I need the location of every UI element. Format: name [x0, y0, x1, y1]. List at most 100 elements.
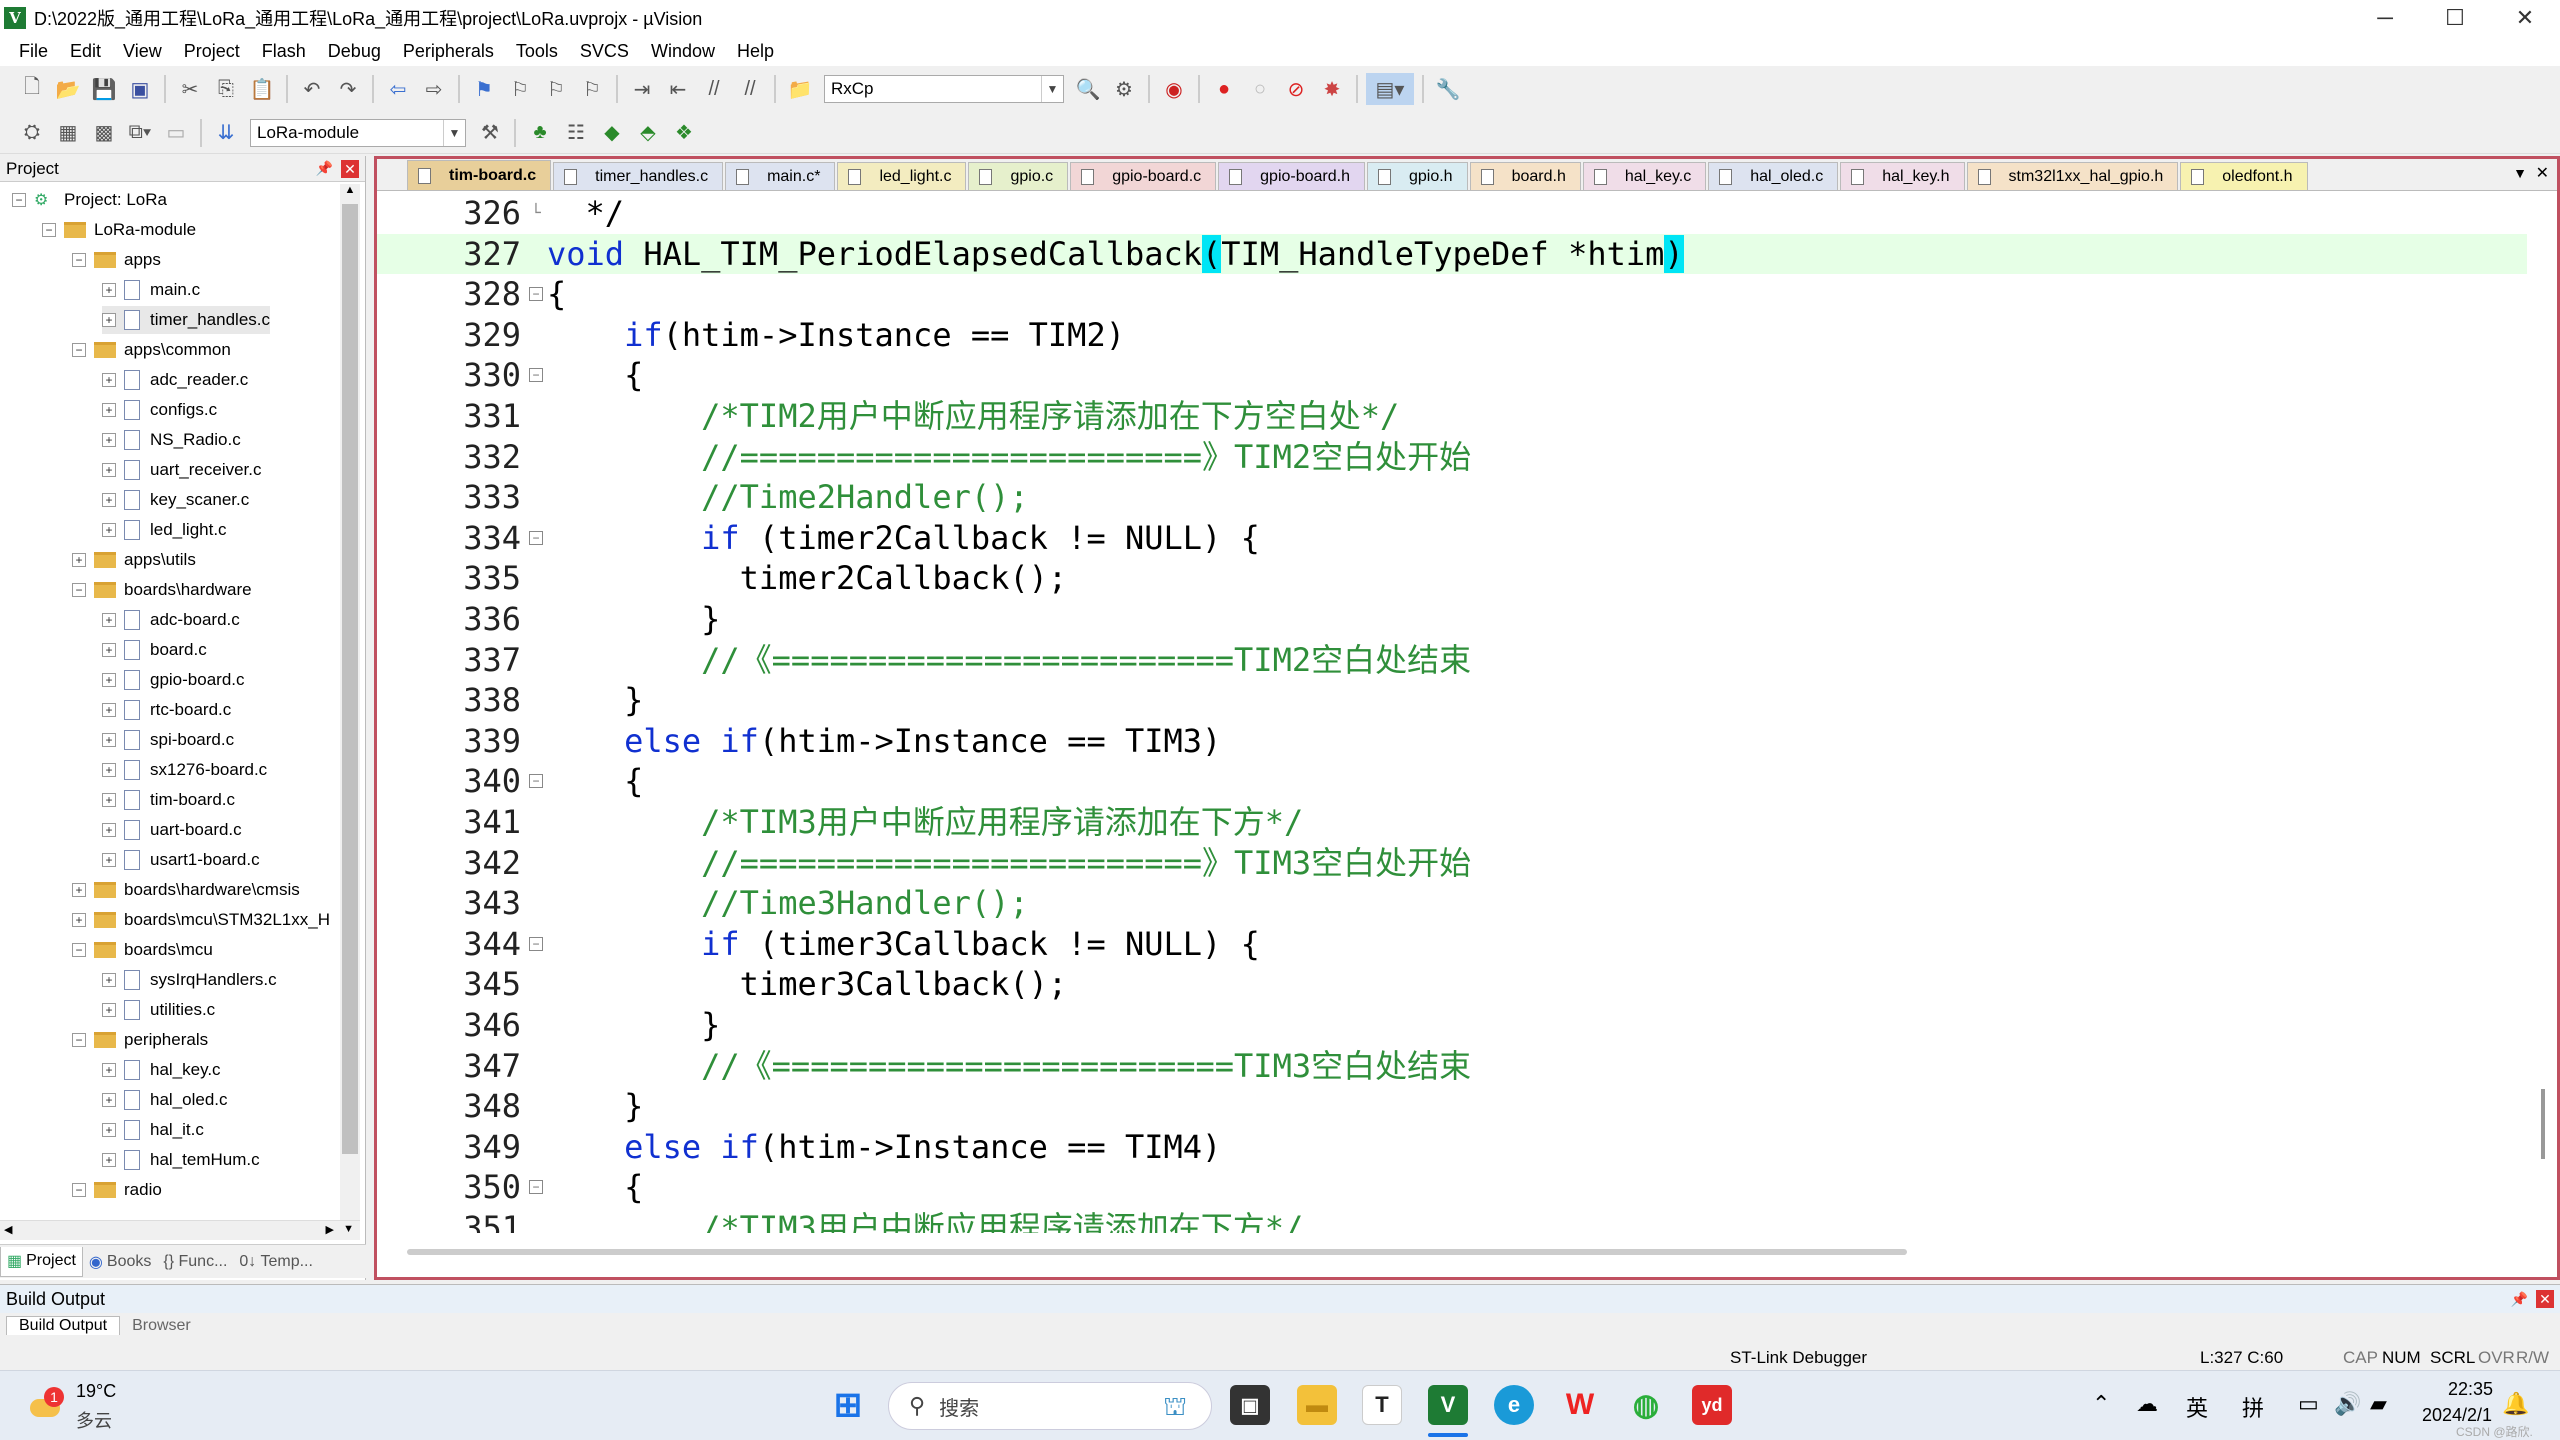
battery-icon[interactable]: ▰: [2370, 1391, 2387, 1417]
expand-icon[interactable]: +: [102, 973, 116, 987]
expand-icon[interactable]: +: [102, 1153, 116, 1167]
wechat-icon[interactable]: ◍: [1626, 1385, 1666, 1425]
code-line[interactable]: 335 timer2Callback();: [377, 558, 2527, 598]
pin-icon[interactable]: 📌: [316, 160, 333, 177]
indent-icon[interactable]: ⇥: [626, 73, 658, 105]
ime-mode[interactable]: 拼: [2242, 1391, 2264, 1423]
tree-file[interactable]: + sx1276-board.c: [102, 756, 267, 784]
code-line[interactable]: 331 /*TIM2用户中断应用程序请添加在下方空白处*/: [377, 396, 2527, 436]
kill-all-breakpoints-icon[interactable]: ✸: [1316, 73, 1348, 105]
tree-file[interactable]: + hal_oled.c: [102, 1086, 228, 1114]
cut-icon[interactable]: ✂: [174, 73, 206, 105]
editor-tab[interactable]: tim-board.c: [407, 160, 552, 190]
navigate-back-icon[interactable]: ⇦: [382, 73, 414, 105]
fold-collapse-icon[interactable]: −: [529, 1180, 543, 1195]
code-line[interactable]: 334− if (timer2Callback != NULL) {: [377, 518, 2527, 558]
tree-file[interactable]: + sysIrqHandlers.c: [102, 966, 277, 994]
tab-templates[interactable]: 0↓ Temp...: [233, 1247, 319, 1277]
editor-tab[interactable]: hal_oled.c: [1708, 162, 1839, 190]
tree-file[interactable]: + gpio-board.c: [102, 666, 245, 694]
code-line[interactable]: 349 else if(htim->Instance == TIM4): [377, 1127, 2527, 1167]
build-icon[interactable]: ▦: [52, 117, 84, 149]
start-menu-icon[interactable]: ⊞: [828, 1385, 868, 1425]
code-line[interactable]: 341 /*TIM3用户中断应用程序请添加在下方*/: [377, 802, 2527, 842]
collapse-icon[interactable]: −: [72, 1183, 86, 1197]
onedrive-icon[interactable]: ☁: [2136, 1391, 2158, 1417]
maximize-button[interactable]: ☐: [2420, 0, 2490, 36]
scroll-thumb[interactable]: [342, 204, 358, 1154]
menu-peripherals[interactable]: Peripherals: [392, 41, 505, 62]
editor-tab[interactable]: board.h: [1469, 162, 1581, 190]
editor-tab[interactable]: led_light.c: [837, 162, 967, 190]
tab-books[interactable]: ◉ Books: [83, 1247, 157, 1277]
project-tree-scrollbar[interactable]: ▲: [340, 184, 360, 1220]
configure-icon[interactable]: 🔧: [1432, 73, 1464, 105]
clock-time[interactable]: 22:35: [2448, 1379, 2493, 1400]
tree-file[interactable]: + usart1-board.c: [102, 846, 260, 874]
code-line[interactable]: 329 if(htim->Instance == TIM2): [377, 315, 2527, 355]
editor-tab[interactable]: gpio.c: [968, 162, 1069, 190]
editor-tab[interactable]: timer_handles.c: [553, 162, 724, 190]
save-all-icon[interactable]: ▣: [124, 73, 156, 105]
expand-icon[interactable]: +: [102, 673, 116, 687]
expand-icon[interactable]: +: [102, 793, 116, 807]
expand-icon[interactable]: +: [102, 643, 116, 657]
collapse-icon[interactable]: −: [12, 193, 26, 207]
expand-icon[interactable]: +: [102, 463, 116, 477]
collapse-icon[interactable]: −: [72, 343, 86, 357]
tree-file[interactable]: + spi-board.c: [102, 726, 234, 754]
close-icon[interactable]: ✕: [2536, 1290, 2554, 1308]
edge-browser-icon[interactable]: e: [1494, 1385, 1534, 1425]
menu-edit[interactable]: Edit: [59, 41, 112, 62]
tab-browser[interactable]: Browser: [120, 1317, 203, 1335]
task-view-icon[interactable]: ▣: [1230, 1385, 1270, 1425]
code-line[interactable]: 342 //========================》TIM3空白处开始: [377, 843, 2527, 883]
paste-icon[interactable]: 📋: [246, 73, 278, 105]
menu-tools[interactable]: Tools: [505, 41, 569, 62]
chevron-up-icon[interactable]: ⌃: [2092, 1391, 2110, 1417]
editor-tab[interactable]: gpio.h: [1366, 162, 1468, 190]
editor-tab[interactable]: main.c*: [725, 162, 836, 190]
debug-session-icon[interactable]: ◉: [1158, 73, 1190, 105]
tab-project[interactable]: ▦ Project: [0, 1246, 83, 1277]
tree-file[interactable]: + led_light.c: [102, 516, 227, 544]
find-combo[interactable]: RxCp ▼: [824, 75, 1064, 103]
tree-folder[interactable]: + apps\utils: [72, 546, 196, 574]
tab-build-output[interactable]: Build Output: [6, 1316, 121, 1335]
comment-icon[interactable]: //: [698, 73, 730, 105]
disable-breakpoint-icon[interactable]: ○: [1244, 73, 1276, 105]
bookmark-next-icon[interactable]: ⚐: [540, 73, 572, 105]
menu-window[interactable]: Window: [640, 41, 726, 62]
pack-installer-icon[interactable]: ⬘: [632, 117, 664, 149]
expand-icon[interactable]: +: [102, 313, 116, 327]
tree-folder[interactable]: + boards\mcu\STM32L1xx_H: [72, 906, 330, 934]
uncomment-icon[interactable]: //: [734, 73, 766, 105]
new-file-icon[interactable]: 🗋: [16, 73, 48, 105]
expand-icon[interactable]: +: [102, 403, 116, 417]
expand-icon[interactable]: +: [102, 373, 116, 387]
fold-collapse-icon[interactable]: −: [529, 368, 543, 383]
editor-vscroll-thumb[interactable]: [2541, 1089, 2545, 1159]
collapse-icon[interactable]: −: [42, 223, 56, 237]
tree-folder[interactable]: + boards\hardware\cmsis: [72, 876, 300, 904]
code-view[interactable]: 326 └ */ 327 void HAL_TIM_PeriodElapsedCall…: [377, 193, 2557, 1233]
expand-icon[interactable]: +: [72, 883, 86, 897]
code-line[interactable]: 336 }: [377, 599, 2527, 639]
tree-file[interactable]: + uart-board.c: [102, 816, 242, 844]
code-line[interactable]: 345 timer3Callback();: [377, 964, 2527, 1004]
select-packs-icon[interactable]: ◆: [596, 117, 628, 149]
target-select[interactable]: LoRa-module ▼: [250, 118, 466, 147]
fold-collapse-icon[interactable]: −: [529, 287, 543, 302]
notification-bell-icon[interactable]: 🔔: [2502, 1391, 2529, 1417]
navigate-forward-icon[interactable]: ⇨: [418, 73, 450, 105]
translate-icon[interactable]: ⛭: [16, 117, 48, 149]
download-icon[interactable]: ⇊: [210, 117, 242, 149]
collapse-icon[interactable]: −: [72, 1033, 86, 1047]
expand-icon[interactable]: +: [72, 913, 86, 927]
menu-svcs[interactable]: SVCS: [569, 41, 640, 62]
fold-collapse-icon[interactable]: −: [529, 530, 543, 545]
run-time-environment-icon[interactable]: ❖: [668, 117, 700, 149]
open-file-icon[interactable]: 📂: [52, 73, 84, 105]
bookmark-toggle-icon[interactable]: ⚑: [468, 73, 500, 105]
menu-project[interactable]: Project: [173, 41, 251, 62]
